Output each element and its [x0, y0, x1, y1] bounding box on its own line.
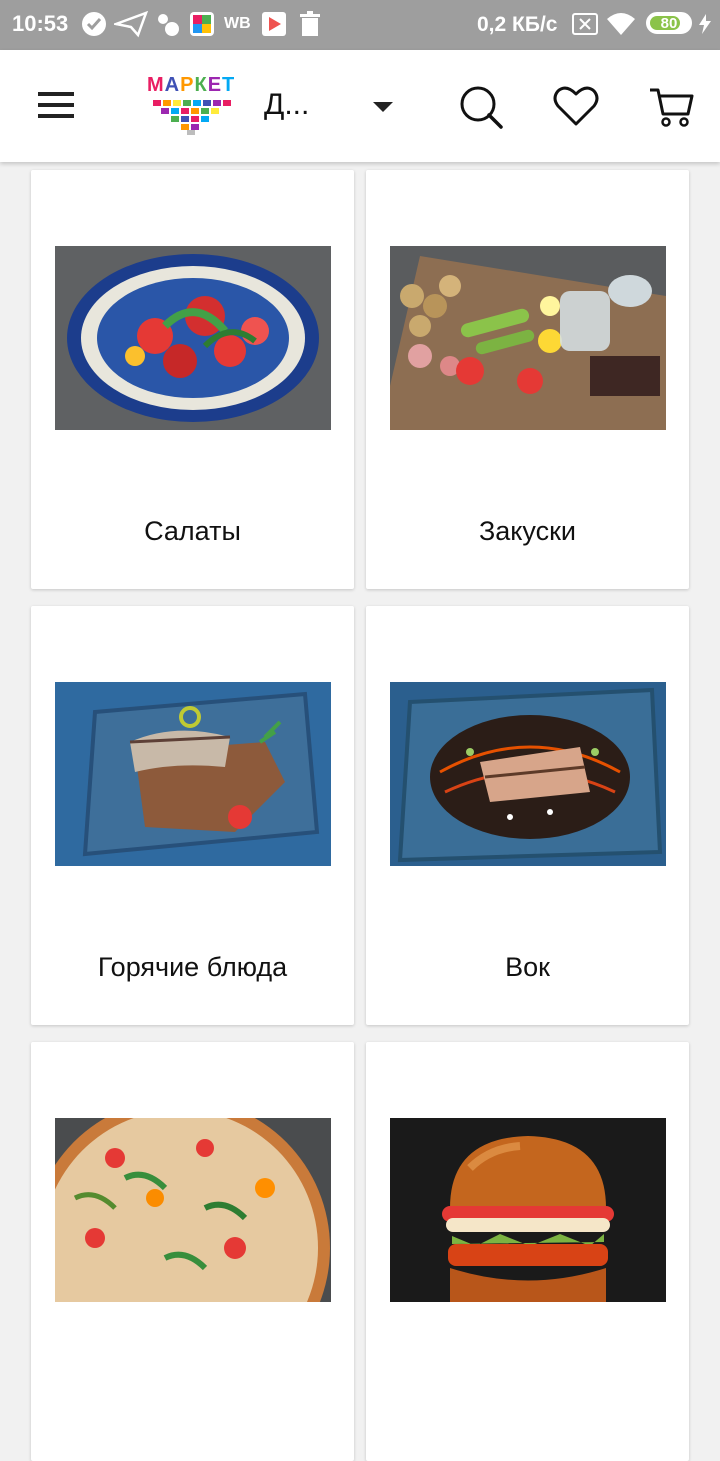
hot-dish-photo — [55, 682, 331, 866]
search-icon — [460, 86, 503, 129]
network-speed: 0,2 КБ/с — [477, 13, 558, 36]
charging-icon — [699, 14, 711, 34]
status-bar: 10:53 WB 0,2 КБ/с 80 — [0, 0, 720, 50]
battery-indicator: 80 — [646, 12, 692, 34]
heart-icon — [553, 86, 599, 126]
menu-icon — [38, 92, 74, 96]
category-card-pizza[interactable] — [31, 1042, 354, 1461]
cart-button[interactable] — [648, 82, 696, 130]
wok-photo — [390, 682, 666, 866]
wifi-icon — [607, 13, 635, 35]
category-title: Салаты — [144, 516, 241, 546]
favorites-button[interactable] — [552, 82, 600, 130]
trash-icon — [300, 11, 320, 36]
app-header: МАРКЕТ Д... — [0, 50, 720, 162]
store-name: Д... — [264, 88, 310, 121]
cart-icon — [650, 88, 694, 127]
send-icon — [114, 10, 148, 38]
category-title: Горячие блюда — [97, 952, 288, 982]
pizza-photo — [55, 1118, 331, 1302]
play-store-icon — [262, 12, 286, 36]
check-circle-icon — [82, 12, 106, 36]
store-selector[interactable]: Д... — [262, 86, 402, 126]
category-card-hot-dishes[interactable]: Горячие блюда — [31, 606, 354, 1025]
wb-label: WB — [224, 15, 251, 32]
category-card-appetizers[interactable]: Закуски — [366, 170, 689, 589]
burger-photo — [390, 1118, 666, 1302]
battery-percent: 80 — [660, 15, 678, 32]
sim-icon — [572, 13, 598, 35]
logo-text: МАРКЕТ — [147, 74, 236, 96]
category-title: Вок — [505, 952, 550, 982]
cloud-icon — [158, 14, 179, 36]
salad-photo — [55, 246, 331, 430]
appetizers-photo — [390, 246, 666, 430]
category-card-burgers[interactable] — [366, 1042, 689, 1461]
colorful-app-icon — [190, 12, 214, 36]
category-card-salads[interactable]: Салаты — [31, 170, 354, 589]
logo-pixel-heart — [153, 100, 231, 135]
market-logo[interactable]: МАРКЕТ — [143, 72, 239, 138]
search-button[interactable] — [456, 82, 504, 130]
menu-button[interactable] — [36, 86, 76, 126]
category-title: Закуски — [478, 516, 577, 546]
chevron-down-icon — [373, 102, 393, 112]
status-time: 10:53 — [12, 11, 69, 36]
category-card-wok[interactable]: Вок — [366, 606, 689, 1025]
